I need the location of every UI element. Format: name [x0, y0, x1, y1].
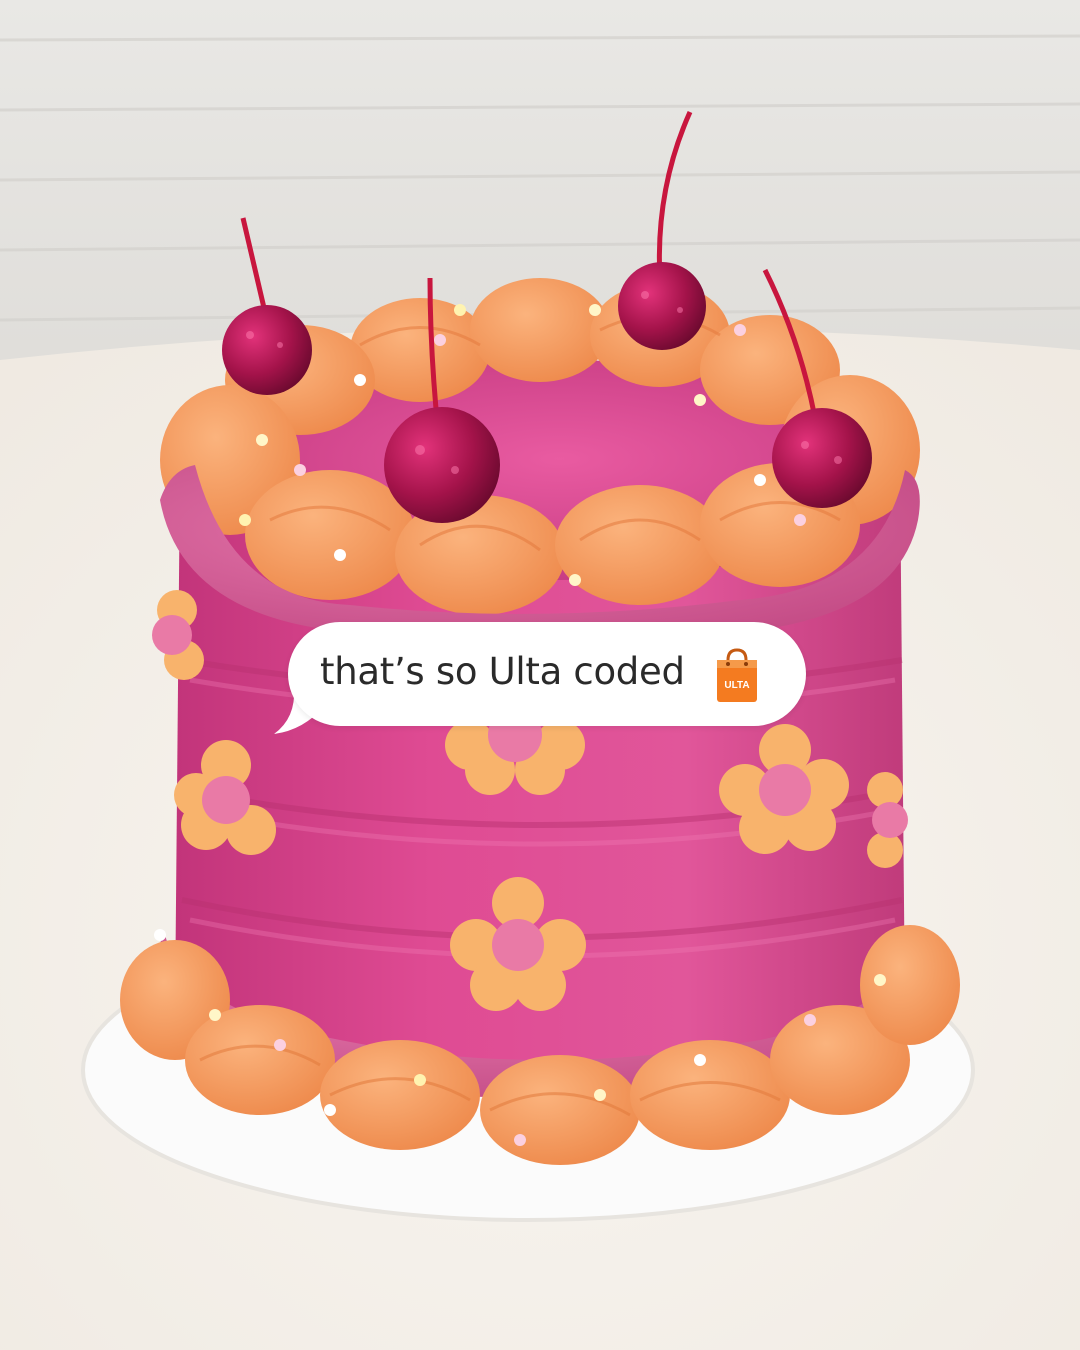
bag-brand-label: ULTA	[724, 680, 749, 691]
caption-text: that’s so Ulta coded	[320, 650, 685, 693]
shopping-bag-icon: ULTA	[717, 648, 757, 702]
photo-stage: that’s so Ulta coded ULTA	[0, 0, 1080, 1350]
speech-bubble: that’s so Ulta coded ULTA	[288, 622, 806, 726]
